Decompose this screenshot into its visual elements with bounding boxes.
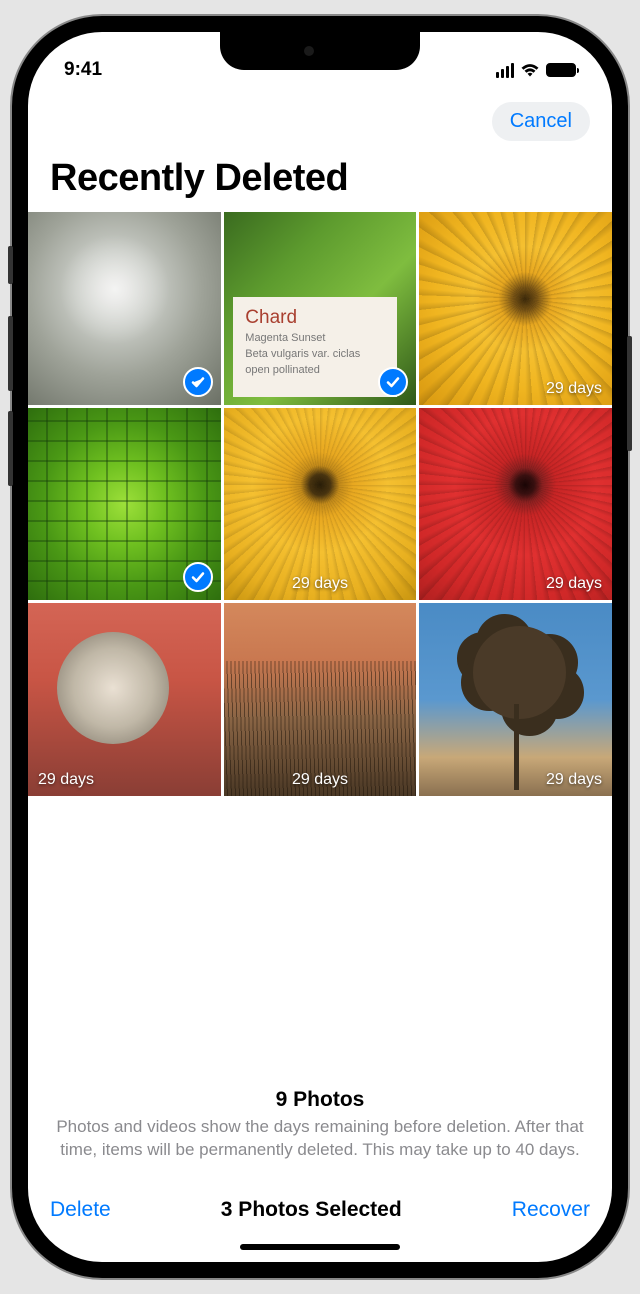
volume-up-button bbox=[8, 316, 13, 391]
photo-image bbox=[419, 212, 612, 405]
photo-image bbox=[419, 603, 612, 796]
toolbar: Delete 3 Photos Selected Recover bbox=[28, 1168, 612, 1234]
days-remaining-label: 29 days bbox=[224, 575, 417, 593]
photo-thumbnail[interactable]: 29 days bbox=[419, 603, 612, 796]
photo-thumbnail[interactable]: Chard Magenta Sunset Beta vulgaris var. … bbox=[224, 212, 417, 405]
summary-section: 9 Photos Photos and videos show the days… bbox=[28, 1088, 612, 1168]
selected-check-icon bbox=[378, 367, 408, 397]
photo-grid: Chard Magenta Sunset Beta vulgaris var. … bbox=[28, 212, 612, 796]
photo-thumbnail[interactable]: 29 days bbox=[419, 408, 612, 601]
photo-thumbnail[interactable]: 29 days bbox=[224, 603, 417, 796]
selected-check-icon bbox=[183, 367, 213, 397]
photo-image bbox=[224, 408, 417, 601]
cellular-icon bbox=[496, 63, 515, 78]
cancel-button[interactable]: Cancel bbox=[492, 102, 590, 141]
nav-bar: Cancel bbox=[28, 90, 612, 149]
photo-thumbnail[interactable]: 29 days bbox=[419, 212, 612, 405]
photo-text: Magenta Sunset bbox=[245, 331, 385, 345]
photo-thumbnail[interactable]: 29 days bbox=[224, 408, 417, 601]
photo-image bbox=[224, 603, 417, 796]
photo-text: open pollinated bbox=[245, 363, 385, 377]
mute-switch bbox=[8, 246, 13, 284]
selected-check-icon bbox=[183, 562, 213, 592]
info-text: Photos and videos show the days remainin… bbox=[50, 1116, 590, 1162]
days-remaining-label: 29 days bbox=[38, 771, 94, 789]
photo-count-label: 9 Photos bbox=[50, 1088, 590, 1112]
days-remaining-label: 29 days bbox=[546, 771, 602, 789]
photo-text: Chard bbox=[245, 307, 385, 329]
photo-thumbnail[interactable]: 29 days bbox=[28, 603, 221, 796]
selection-count-label: 3 Photos Selected bbox=[221, 1198, 402, 1222]
power-button bbox=[627, 336, 632, 451]
photo-thumbnail[interactable] bbox=[28, 408, 221, 601]
page-title: Recently Deleted bbox=[50, 157, 590, 200]
photo-thumbnail[interactable] bbox=[28, 212, 221, 405]
photo-text: Beta vulgaris var. ciclas bbox=[245, 347, 385, 361]
phone-frame: 9:41 Cancel Recently Deleted bbox=[12, 16, 628, 1278]
status-icons bbox=[496, 63, 577, 78]
battery-icon bbox=[546, 63, 576, 77]
home-indicator[interactable] bbox=[240, 1244, 400, 1250]
header: Recently Deleted bbox=[28, 149, 612, 212]
recover-button[interactable]: Recover bbox=[512, 1198, 590, 1222]
days-remaining-label: 29 days bbox=[546, 380, 602, 398]
screen: 9:41 Cancel Recently Deleted bbox=[28, 32, 612, 1262]
photo-image bbox=[28, 603, 221, 796]
photo-image bbox=[419, 408, 612, 601]
delete-button[interactable]: Delete bbox=[50, 1198, 111, 1222]
volume-down-button bbox=[8, 411, 13, 486]
status-time: 9:41 bbox=[64, 59, 102, 81]
days-remaining-label: 29 days bbox=[224, 771, 417, 789]
days-remaining-label: 29 days bbox=[546, 575, 602, 593]
notch bbox=[220, 32, 420, 70]
wifi-icon bbox=[520, 63, 540, 78]
